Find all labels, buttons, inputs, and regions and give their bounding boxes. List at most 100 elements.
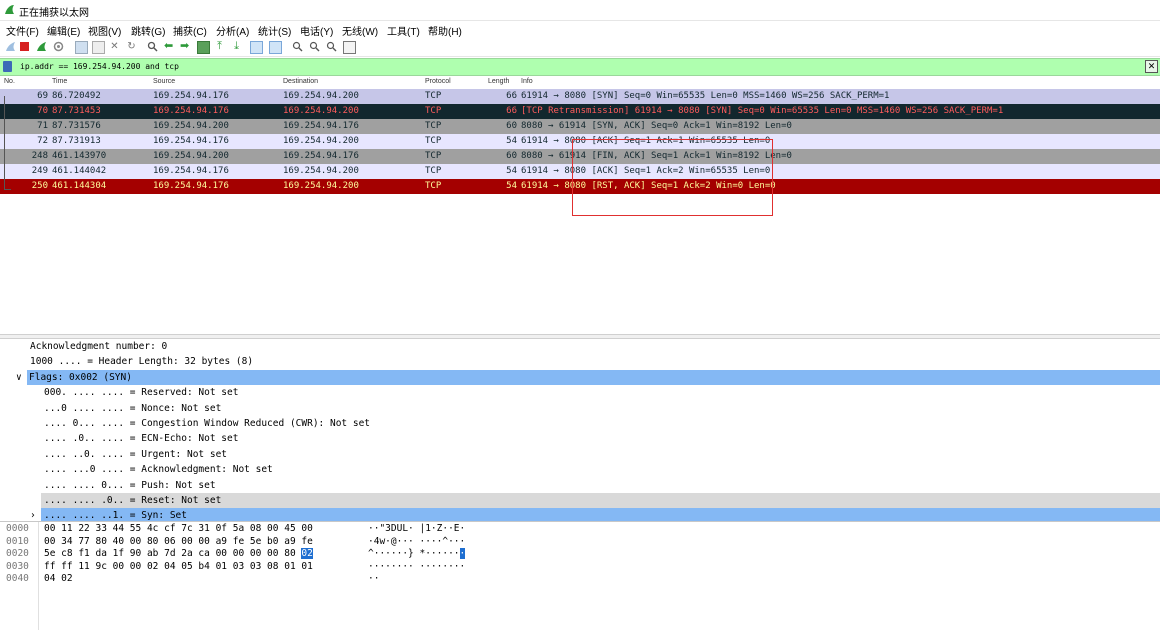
cell-destination: 169.254.94.200: [283, 91, 359, 101]
zoom-out-icon[interactable]: [309, 41, 320, 52]
cell-time: 461.144042: [52, 166, 107, 176]
detail-line[interactable]: .... .... .0.. = Reset: Not set: [41, 492, 1160, 509]
detail-line[interactable]: .... .... 0... = Push: Not set: [0, 478, 1160, 493]
cell-info: 61914 → 8080 [SYN] Seq=0 Win=65535 Len=0…: [521, 91, 890, 101]
detail-text: .... .... ..1. = Syn: Set: [44, 510, 187, 521]
detail-line[interactable]: .... ..0. .... = Urgent: Not set: [0, 447, 1160, 462]
bytes-line[interactable]: 0010 00 34 77 80 40 00 80 06 00 00 a9 fe…: [0, 535, 1160, 548]
go-first-packet-icon[interactable]: ⤒: [214, 41, 225, 52]
bytes-ascii[interactable]: ········ ········: [368, 561, 465, 572]
cell-info: 8080 → 61914 [SYN, ACK] Seq=0 Ack=1 Win=…: [521, 121, 792, 131]
cell-protocol: TCP: [425, 136, 442, 146]
bytes-hex[interactable]: 00 34 77 80 40 00 80 06 00 00 a9 fe 5e b…: [44, 536, 313, 547]
detail-line[interactable]: 000. .... .... = Reserved: Not set: [0, 385, 1160, 400]
save-file-icon[interactable]: [92, 41, 105, 54]
find-packet-icon[interactable]: [147, 41, 158, 52]
detail-line[interactable]: ...0 .... .... = Nonce: Not set: [0, 401, 1160, 416]
display-filter-input[interactable]: ip.addr == 169.254.94.200 and tcp: [20, 62, 179, 71]
packet-row[interactable]: 70 87.731453 169.254.94.176 169.254.94.2…: [0, 104, 1160, 119]
bytes-hex[interactable]: 5e c8 f1 da 1f 90 ab 7d 2a ca 00 00 00 0…: [44, 548, 313, 559]
bytes-hex-selected[interactable]: 02: [301, 548, 313, 559]
cell-no: 69: [37, 91, 48, 101]
detail-line[interactable]: 1000 .... = Header Length: 32 bytes (8): [0, 354, 1160, 369]
cell-protocol: TCP: [425, 91, 442, 101]
packet-row[interactable]: 69 86.720492 169.254.94.176 169.254.94.2…: [0, 89, 1160, 104]
bytes-ascii[interactable]: ·4w·@··· ····^···: [368, 536, 465, 547]
bytes-line[interactable]: 0000 00 11 22 33 44 55 4c cf 7c 31 0f 5a…: [0, 522, 1160, 535]
menu-telephony[interactable]: 电话(Y): [300, 23, 333, 38]
bytes-offset: 0030: [6, 560, 29, 572]
bytes-line[interactable]: 0040 04 02 ··: [0, 572, 1160, 585]
clear-filter-icon[interactable]: ✕: [1145, 60, 1158, 73]
stop-capture-icon[interactable]: [20, 42, 29, 51]
detail-text: .... ..0. .... = Urgent: Not set: [44, 448, 228, 460]
detail-line[interactable]: .... ...0 .... = Acknowledgment: Not set: [0, 462, 1160, 477]
column-header-source[interactable]: Source: [153, 78, 175, 85]
column-header-protocol[interactable]: Protocol: [425, 78, 451, 85]
column-header-no[interactable]: No.: [4, 78, 15, 85]
restart-capture-icon[interactable]: [36, 41, 47, 52]
cell-destination: 169.254.94.176: [283, 121, 359, 131]
go-last-packet-icon[interactable]: ⤓: [231, 41, 242, 52]
main-toolbar: ✕ ↻ ⬅ ➡ ⤒ ⤓: [0, 38, 1160, 57]
colorize-icon[interactable]: [269, 41, 282, 54]
detail-text: .... ...0 .... = Acknowledgment: Not set: [44, 464, 273, 476]
bookmark-icon[interactable]: [3, 61, 12, 72]
bytes-line[interactable]: 0030 ff ff 11 9c 00 00 02 04 05 b4 01 03…: [0, 560, 1160, 573]
go-to-packet-icon[interactable]: [197, 41, 210, 54]
normal-size-icon[interactable]: [326, 41, 337, 52]
menu-capture[interactable]: 捕获(C): [173, 23, 207, 38]
menu-bar: 文件(F) 编辑(E) 视图(V) 跳转(G) 捕获(C) 分析(A) 统计(S…: [0, 21, 1160, 38]
cell-protocol: TCP: [425, 106, 442, 116]
bytes-hex[interactable]: ff ff 11 9c 00 00 02 04 05 b4 01 03 03 0…: [44, 561, 313, 572]
menu-help[interactable]: 帮助(H): [428, 23, 462, 38]
detail-text: Acknowledgment number: 0: [30, 341, 168, 352]
expand-toggle-icon[interactable]: ›: [30, 510, 36, 521]
cell-protocol: TCP: [425, 181, 442, 191]
column-header-time[interactable]: Time: [52, 78, 67, 85]
bytes-hex[interactable]: 04 02: [44, 573, 73, 584]
start-capture-icon[interactable]: [5, 41, 16, 52]
annotation-highlight-box: [572, 139, 773, 216]
bytes-line[interactable]: 0020 5e c8 f1 da 1f 90 ab 7d 2a ca 00 00…: [0, 547, 1160, 560]
cell-info: [TCP Retransmission] 61914 → 8080 [SYN] …: [521, 106, 1004, 116]
detail-line[interactable]: ∨ Flags: 0x002 (SYN): [16, 369, 1160, 386]
menu-tools[interactable]: 工具(T): [387, 23, 420, 38]
detail-text: .... .... .0.. = Reset: Not set: [44, 494, 222, 506]
go-forward-icon[interactable]: ➡: [180, 41, 191, 52]
menu-view[interactable]: 视图(V): [88, 23, 121, 38]
display-filter-bar[interactable]: ip.addr == 169.254.94.200 and tcp ✕: [0, 58, 1160, 76]
go-back-icon[interactable]: ⬅: [164, 41, 175, 52]
bytes-ascii-selected[interactable]: ·: [459, 548, 466, 559]
column-header-length[interactable]: Length: [488, 78, 509, 85]
detail-line[interactable]: › .... .... ..1. = Syn: Set: [30, 508, 1160, 521]
menu-go[interactable]: 跳转(G): [131, 23, 165, 38]
capture-options-icon[interactable]: [53, 41, 64, 52]
open-file-icon[interactable]: [75, 41, 88, 54]
bytes-ascii[interactable]: ··: [368, 573, 379, 584]
reload-file-icon[interactable]: ↻: [126, 41, 137, 52]
cell-source: 169.254.94.200: [153, 121, 229, 131]
cell-destination: 169.254.94.200: [283, 181, 359, 191]
bytes-ascii[interactable]: ··"3DUL· |1·Z··E·: [368, 523, 465, 534]
packet-row[interactable]: 71 87.731576 169.254.94.200 169.254.94.1…: [0, 119, 1160, 134]
detail-line[interactable]: .... .0.. .... = ECN-Echo: Not set: [0, 431, 1160, 446]
bytes-hex[interactable]: 00 11 22 33 44 55 4c cf 7c 31 0f 5a 08 0…: [44, 523, 313, 534]
detail-line[interactable]: Acknowledgment number: 0: [0, 339, 1160, 354]
zoom-in-icon[interactable]: [292, 41, 303, 52]
resize-columns-icon[interactable]: [343, 41, 356, 54]
bytes-offset: 0020: [6, 548, 29, 559]
menu-file[interactable]: 文件(F): [6, 23, 39, 38]
column-header-destination[interactable]: Destination: [283, 78, 318, 85]
detail-line[interactable]: .... 0... .... = Congestion Window Reduc…: [0, 416, 1160, 431]
column-header-info[interactable]: Info: [521, 78, 533, 85]
menu-statistics[interactable]: 统计(S): [258, 23, 291, 38]
auto-scroll-icon[interactable]: [250, 41, 263, 54]
cell-time: 461.143970: [52, 151, 107, 161]
menu-analyze[interactable]: 分析(A): [216, 23, 249, 38]
menu-wireless[interactable]: 无线(W): [342, 23, 378, 38]
close-file-icon[interactable]: ✕: [109, 41, 120, 52]
menu-edit[interactable]: 编辑(E): [47, 23, 80, 38]
expand-toggle-icon[interactable]: ∨: [16, 372, 22, 383]
bytes-ascii[interactable]: ^······} *·······: [368, 548, 466, 559]
